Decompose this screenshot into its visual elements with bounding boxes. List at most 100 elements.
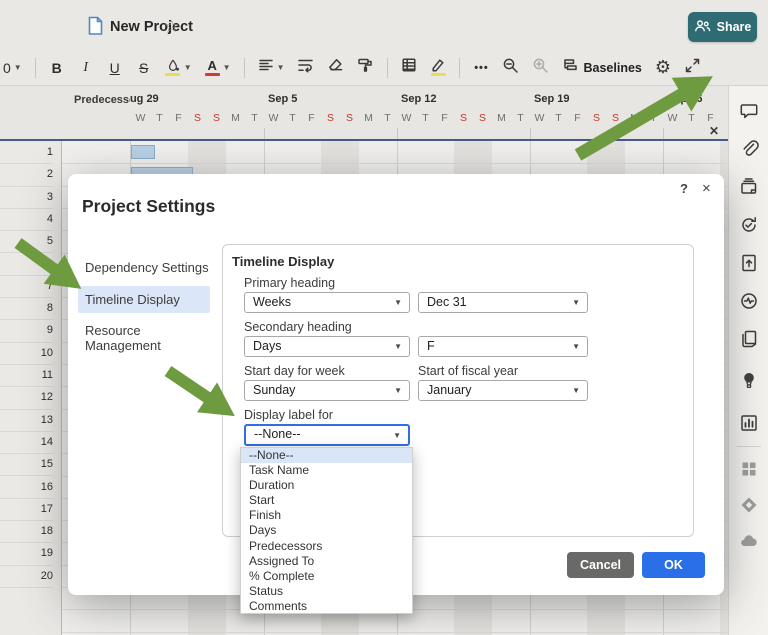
- dropdown-option[interactable]: Finish: [241, 508, 412, 523]
- row-number[interactable]: 2: [0, 163, 53, 186]
- underline-button[interactable]: U: [107, 55, 123, 81]
- day-letter: W: [663, 112, 682, 124]
- balloon-icon[interactable]: [738, 370, 760, 392]
- row-number[interactable]: 1: [0, 141, 53, 164]
- row-number[interactable]: 18: [0, 520, 53, 543]
- dropdown-option[interactable]: --None--: [241, 448, 412, 463]
- row-number[interactable]: 3: [0, 186, 53, 209]
- start-day-select[interactable]: Sunday▼: [244, 380, 410, 401]
- expand-button[interactable]: [684, 55, 700, 81]
- fill-color-button[interactable]: ▼: [165, 55, 192, 81]
- primary-heading-select[interactable]: Weeks▼: [244, 292, 410, 313]
- file-upload-icon[interactable]: [738, 252, 760, 274]
- day-letter: T: [378, 112, 397, 124]
- day-letter: S: [188, 112, 207, 124]
- row-number[interactable]: 20: [0, 565, 53, 588]
- ok-button[interactable]: OK: [642, 552, 705, 578]
- proofs-icon[interactable]: [738, 176, 760, 198]
- display-label-select[interactable]: --None--▼: [244, 424, 410, 446]
- format-painter-icon: [357, 57, 374, 78]
- day-letter: M: [359, 112, 378, 124]
- row-number[interactable]: 8: [0, 297, 53, 320]
- grid-view-button[interactable]: [401, 55, 417, 81]
- baselines-button[interactable]: Baselines: [562, 55, 641, 81]
- week-label: Aug 29: [130, 93, 159, 105]
- text-color-button[interactable]: A▼: [205, 55, 231, 81]
- day-letter: T: [150, 112, 169, 124]
- format-painter-button[interactable]: [357, 55, 374, 81]
- toolbar-separator: [459, 58, 460, 78]
- row-number[interactable]: 5: [0, 230, 53, 253]
- comment-icon[interactable]: [738, 100, 760, 122]
- dropdown-option[interactable]: % Complete: [241, 569, 412, 584]
- document-copy-icon[interactable]: [738, 328, 760, 350]
- font-size-select[interactable]: 0▼: [3, 55, 22, 81]
- italic-button[interactable]: I: [78, 55, 94, 81]
- row-number[interactable]: 15: [0, 453, 53, 476]
- text-color-icon: A: [205, 60, 220, 76]
- close-gantt-icon[interactable]: ✕: [709, 124, 719, 138]
- predecessors-column-header[interactable]: Predecessors: [0, 86, 130, 141]
- strikethrough-button[interactable]: S: [136, 55, 152, 81]
- day-letter: S: [587, 112, 606, 124]
- diamond-icon[interactable]: [738, 494, 760, 516]
- dropdown-option[interactable]: Duration: [241, 478, 412, 493]
- row-number[interactable]: 11: [0, 364, 53, 387]
- formatting-toolbar: 0▼ BIUS ▼ A▼ ▼ ••• Baselines ⚙: [0, 50, 768, 86]
- fiscal-year-select[interactable]: January▼: [418, 380, 588, 401]
- align-left-icon: [258, 57, 274, 78]
- fill-color-icon: [165, 59, 181, 76]
- day-letter: S: [321, 112, 340, 124]
- day-letter: S: [454, 112, 473, 124]
- more-button[interactable]: •••: [473, 55, 489, 81]
- paperclip-icon[interactable]: [738, 138, 760, 160]
- row-number[interactable]: 7: [0, 275, 53, 298]
- row-number[interactable]: 16: [0, 476, 53, 499]
- dropdown-option[interactable]: Task Name: [241, 463, 412, 478]
- dropdown-option[interactable]: Days: [241, 523, 412, 538]
- display-label-dropdown-list: --None--Task NameDurationStartFinishDays…: [240, 447, 413, 614]
- wrap-text-button[interactable]: [297, 55, 314, 81]
- eraser-button[interactable]: [327, 55, 344, 81]
- toolbar-separator: [35, 58, 36, 78]
- dropdown-option[interactable]: Comments: [241, 599, 412, 614]
- chevron-down-icon: ▼: [393, 431, 401, 441]
- secondary-date-select[interactable]: F▼: [418, 336, 588, 357]
- row-number[interactable]: 14: [0, 431, 53, 454]
- grid-view-icon: [401, 57, 417, 78]
- cloud-icon[interactable]: [738, 530, 760, 552]
- highlighter-button[interactable]: [430, 55, 446, 81]
- sync-icon[interactable]: [738, 214, 760, 236]
- zoom-out-button[interactable]: [502, 55, 519, 81]
- row-number[interactable]: 13: [0, 409, 53, 432]
- favorite-star-icon[interactable]: ☆: [164, 17, 179, 37]
- row-number[interactable]: 12: [0, 386, 53, 409]
- share-button[interactable]: Share: [688, 12, 757, 42]
- dropdown-option[interactable]: Predecessors: [241, 539, 412, 554]
- nav-item-timeline-display[interactable]: Timeline Display: [78, 286, 210, 313]
- activity-icon[interactable]: [738, 290, 760, 312]
- dropdown-option[interactable]: Status: [241, 584, 412, 599]
- row-number[interactable]: 10: [0, 342, 53, 365]
- settings-gear-button[interactable]: ⚙: [655, 55, 671, 81]
- secondary-heading-select[interactable]: Days▼: [244, 336, 410, 357]
- row-number[interactable]: 17: [0, 498, 53, 521]
- row-number[interactable]: 4: [0, 208, 53, 231]
- align-left-button[interactable]: ▼: [258, 55, 285, 81]
- dropdown-option[interactable]: Start: [241, 493, 412, 508]
- primary-date-select[interactable]: Dec 31▼: [418, 292, 588, 313]
- day-letter: M: [492, 112, 511, 124]
- row-number[interactable]: 19: [0, 542, 53, 565]
- close-dialog-icon[interactable]: ×: [702, 180, 711, 197]
- gantt-bar-row-1[interactable]: [131, 145, 155, 159]
- row-number[interactable]: 6: [0, 253, 53, 276]
- row-number[interactable]: 9: [0, 319, 53, 342]
- bold-button[interactable]: B: [49, 55, 65, 81]
- help-icon[interactable]: ?: [680, 181, 688, 196]
- cancel-button[interactable]: Cancel: [567, 552, 634, 578]
- bar-chart-icon[interactable]: [738, 412, 760, 434]
- grid-icon[interactable]: [738, 458, 760, 480]
- dropdown-option[interactable]: Assigned To: [241, 554, 412, 569]
- nav-item-dependency-settings[interactable]: Dependency Settings: [78, 254, 210, 281]
- nav-item-resource-management[interactable]: Resource Management: [78, 317, 210, 359]
